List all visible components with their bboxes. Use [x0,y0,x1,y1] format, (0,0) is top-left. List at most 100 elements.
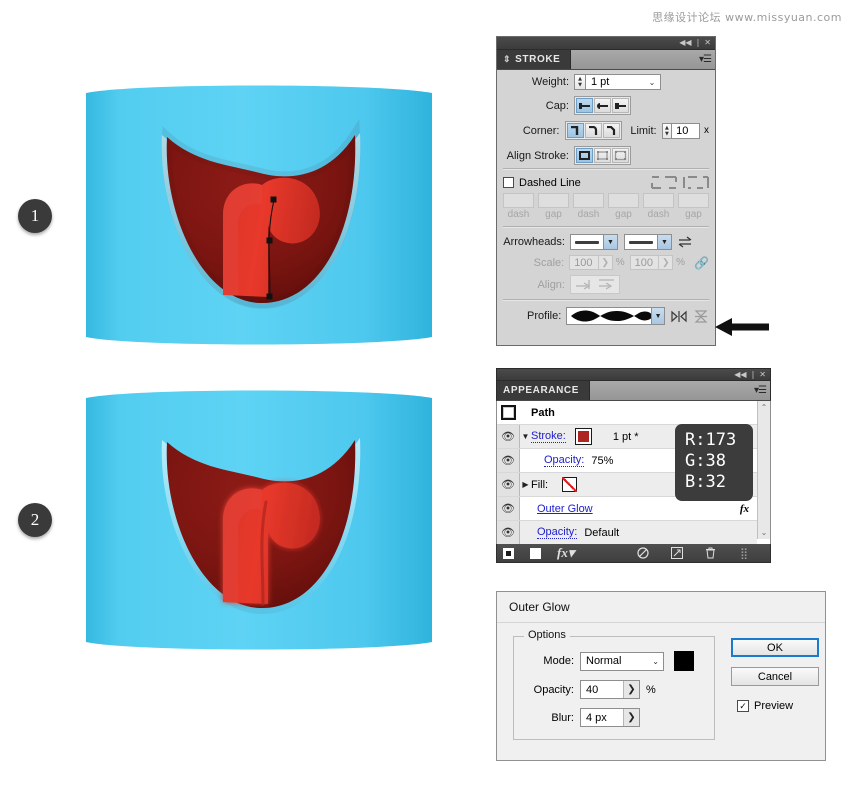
visibility-toggle-opacity[interactable]: 👁 [497,521,520,544]
scale-start-unit: % [615,257,625,268]
projecting-cap-icon[interactable] [612,98,629,113]
stroke-opacity-value: 75% [591,454,614,467]
visibility-toggle-outer-glow[interactable]: 👁 [497,497,520,520]
close-icon[interactable]: ✕ [759,370,766,379]
close-icon[interactable]: ✕ [704,39,711,47]
blur-input[interactable]: 4 px ❯ [580,708,640,727]
stroke-panel-tabrow[interactable]: ⇕ STROKE ▾☰ [497,50,715,70]
rgb-red-value: R:173 [685,430,737,450]
scroll-down-icon[interactable]: ⌄ [761,528,768,537]
scale-end-input[interactable]: 100 [629,255,660,270]
extend-arrow-beyond-end-icon[interactable] [572,277,595,292]
appearance-outer-glow-label[interactable]: Outer Glow [537,503,593,515]
dash-field-2[interactable] [573,193,604,208]
opacity-input[interactable]: 40 ❯ [580,680,640,699]
round-cap-icon[interactable] [594,98,611,113]
limit-input[interactable]: 10 [671,122,700,139]
place-arrow-at-end-icon[interactable] [595,277,618,292]
ok-button[interactable]: OK [731,638,819,657]
fx-icon[interactable]: fx [740,503,749,515]
panel-menu-icon[interactable]: ▾☰ [754,385,767,396]
disclosure-triangle-open-icon[interactable]: ▼ [520,432,531,441]
butt-cap-icon[interactable] [576,98,593,113]
appearance-panel-tabrow[interactable]: APPEARANCE ▾☰ [496,381,771,401]
stroke-color-swatch[interactable] [574,428,592,445]
miter-join-icon[interactable] [566,123,584,138]
gap-field-2[interactable] [608,193,639,208]
stroke-panel-titlebar[interactable]: ◀◀ | ✕ [497,37,715,50]
glow-color-swatch[interactable] [674,651,694,671]
scale-end-stepper[interactable]: ❯ [659,255,674,270]
profile-preview [571,310,652,322]
dash-field-1[interactable] [503,193,534,208]
dash-field-3[interactable] [643,193,674,208]
fill-color-swatch-none[interactable] [562,477,578,492]
align-stroke-button-group[interactable] [574,146,631,165]
align-inside-icon[interactable] [594,148,611,163]
appearance-stroke-label[interactable]: Stroke: [531,430,566,443]
collapse-icon[interactable]: ◀◀ [679,39,691,47]
chevron-down-icon[interactable]: ⌄ [652,657,659,666]
scale-start-input[interactable]: 100 [569,255,599,270]
disclosure-triangle-closed-icon[interactable]: ▶ [520,480,531,489]
appearance-panel-titlebar[interactable]: ◀◀ | ✕ [496,368,771,381]
appearance-row-opacity[interactable]: 👁 Opacity: Default [497,521,757,544]
tab-stroke[interactable]: ⇕ STROKE [497,50,572,69]
bevel-join-icon[interactable] [602,123,620,138]
align-center-icon[interactable] [576,148,593,163]
scale-row: Scale: 100 ❯ % 100 ❯ % 🔗 [503,255,709,270]
preview-checkbox[interactable]: ✓ [737,700,749,712]
panel-menu-icon[interactable]: ▾☰ [699,54,712,65]
resize-grip-icon[interactable]: ⣿ [740,547,748,560]
align-arrow-button-group[interactable] [570,275,620,294]
blur-slider-toggle-icon[interactable]: ❯ [623,709,639,726]
chevron-down-icon[interactable]: ⌄ [644,78,660,87]
link-scales-icon[interactable]: 🔗 [694,256,709,270]
gap-field-3[interactable] [678,193,709,208]
limit-stepper[interactable]: ▲ ▼ [661,122,672,139]
mode-select[interactable]: Normal ⌄ [580,651,664,671]
visibility-toggle-stroke[interactable]: 👁 [497,425,520,448]
profile-select[interactable]: ▼ [566,307,666,325]
appearance-scrollbar[interactable]: ⌃ ⌄ [757,401,770,539]
collapse-icon[interactable]: ◀◀ [734,370,746,379]
add-new-effect-fx-icon[interactable]: fx▾ [557,545,574,561]
mode-value: Normal [586,655,622,667]
cancel-button[interactable]: Cancel [731,667,819,686]
appearance-opacity-label[interactable]: Opacity: [537,526,578,539]
add-new-fill-icon[interactable] [530,547,541,559]
chevron-down-icon[interactable]: ▼ [651,308,665,324]
arrowhead-end-select[interactable]: ▼ [624,234,672,250]
arrowhead-start-select[interactable]: ▼ [570,234,618,250]
scale-start-stepper[interactable]: ❯ [598,255,613,270]
stroke-opacity-label[interactable]: Opacity: [544,454,585,467]
tab-appearance[interactable]: APPEARANCE [497,381,591,400]
appearance-panel-footer[interactable]: fx▾ ⣿ [496,544,771,563]
cap-button-group[interactable] [574,96,631,115]
dash-preserve-exact-icon[interactable] [651,176,677,189]
delete-item-trash-icon[interactable] [705,547,716,559]
visibility-toggle-stroke-opacity[interactable]: 👁 [497,449,520,472]
clear-appearance-icon[interactable] [637,547,649,559]
swap-arrowheads-icon[interactable] [678,236,692,248]
chevron-down-icon[interactable]: ▼ [603,235,617,249]
scroll-up-icon[interactable]: ⌃ [761,403,768,412]
gap-field-1[interactable] [538,193,569,208]
add-new-stroke-icon[interactable] [503,547,514,559]
chevron-down-icon[interactable]: ▼ [657,235,671,249]
outer-glow-dialog[interactable]: Outer Glow Options Mode: Normal ⌄ Opacit… [496,591,826,761]
appearance-opacity-value: Default [584,526,620,539]
flip-across-icon[interactable] [692,308,709,324]
round-join-icon[interactable] [584,123,602,138]
flip-along-icon[interactable] [670,308,687,324]
weight-stepper[interactable]: ▲ ▼ [574,74,585,90]
align-outside-icon[interactable] [612,148,629,163]
dash-adjust-corners-icon[interactable] [683,176,709,189]
weight-input[interactable]: 1 pt ⌄ [585,74,661,90]
corner-button-group[interactable] [564,121,622,140]
stroke-panel[interactable]: ◀◀ | ✕ ⇕ STROKE ▾☰ Weight: ▲ ▼ 1 pt ⌄ Cap… [496,36,716,346]
visibility-toggle-fill[interactable]: 👁 [497,473,520,496]
dashed-line-checkbox[interactable] [503,177,514,188]
opacity-slider-toggle-icon[interactable]: ❯ [623,681,639,698]
duplicate-item-icon[interactable] [670,547,683,559]
